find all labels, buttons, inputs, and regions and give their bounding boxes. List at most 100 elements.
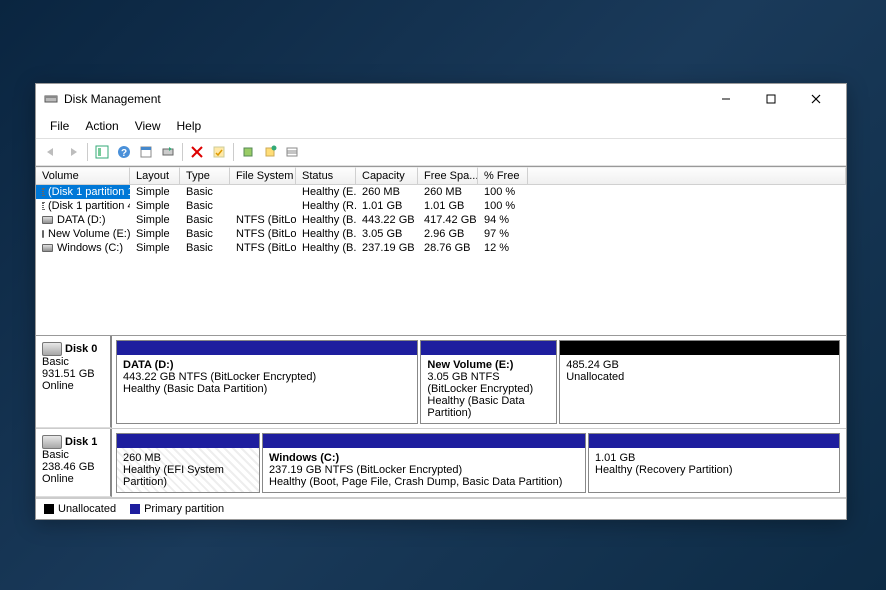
- volume-row[interactable]: Windows (C:)SimpleBasicNTFS (BitLo...Hea…: [36, 241, 846, 255]
- volume-layout: Simple: [130, 241, 180, 255]
- partition-line2: 237.19 GB NTFS (BitLocker Encrypted): [269, 464, 579, 476]
- volume-free: 260 MB: [418, 185, 478, 199]
- partition[interactable]: 485.24 GBUnallocated: [559, 340, 840, 424]
- volume-pfree: 100 %: [478, 185, 528, 199]
- disk-type: Basic: [42, 449, 104, 461]
- volume-list: Volume Layout Type File System Status Ca…: [36, 166, 846, 335]
- column-percent-free[interactable]: % Free: [478, 167, 528, 185]
- menu-file[interactable]: File: [42, 116, 77, 136]
- show-hide-tree-button[interactable]: [91, 141, 113, 163]
- column-layout[interactable]: Layout: [130, 167, 180, 185]
- legend: Unallocated Primary partition: [36, 498, 846, 519]
- disk-name: Disk 1: [65, 436, 97, 448]
- swatch-primary: [130, 504, 140, 514]
- partition-line2: 443.22 GB NTFS (BitLocker Encrypted): [123, 371, 411, 383]
- menu-help[interactable]: Help: [169, 116, 210, 136]
- volume-type: Basic: [180, 241, 230, 255]
- volume-row[interactable]: (Disk 1 partition 1)SimpleBasicHealthy (…: [36, 185, 846, 199]
- svg-text:?: ?: [121, 148, 127, 159]
- disk-partitions: 260 MBHealthy (EFI System Partition)Wind…: [112, 429, 846, 497]
- column-free[interactable]: Free Spa...: [418, 167, 478, 185]
- toolbar-divider: [233, 143, 234, 161]
- disk-info[interactable]: Disk 0Basic931.51 GBOnline: [36, 336, 112, 428]
- partition-line2: 3.05 GB NTFS (BitLocker Encrypted): [427, 371, 550, 395]
- volume-layout: Simple: [130, 227, 180, 241]
- toolbar-divider: [87, 143, 88, 161]
- partition-line2: 1.01 GB: [595, 452, 833, 464]
- refresh-button[interactable]: [157, 141, 179, 163]
- disk-size: 238.46 GB: [42, 461, 104, 473]
- titlebar[interactable]: Disk Management: [36, 84, 846, 114]
- volume-free: 2.96 GB: [418, 227, 478, 241]
- maximize-button[interactable]: [748, 85, 793, 113]
- window-title: Disk Management: [64, 92, 703, 106]
- column-filesystem[interactable]: File System: [230, 167, 296, 185]
- disk-icon: [42, 342, 62, 356]
- settings-button[interactable]: [135, 141, 157, 163]
- partition-line3: Healthy (Basic Data Partition): [123, 383, 411, 395]
- disk-status: Online: [42, 473, 104, 485]
- partition-bar: [421, 341, 556, 355]
- volume-capacity: 3.05 GB: [356, 227, 418, 241]
- toolbar: ?: [36, 138, 846, 166]
- action1-button[interactable]: [237, 141, 259, 163]
- volume-icon: [42, 188, 44, 196]
- delete-button[interactable]: [186, 141, 208, 163]
- legend-primary: Primary partition: [130, 503, 224, 515]
- properties-button[interactable]: [208, 141, 230, 163]
- disk-management-window: Disk Management File Action View Help ? …: [35, 83, 847, 520]
- forward-button[interactable]: [62, 141, 84, 163]
- volume-name: (Disk 1 partition 4): [48, 200, 130, 212]
- volume-icon: [42, 230, 44, 238]
- partition-line2: 260 MB: [123, 452, 253, 464]
- partition-line3: Healthy (Basic Data Partition): [427, 395, 550, 419]
- partition-line3: Unallocated: [566, 371, 833, 383]
- minimize-button[interactable]: [703, 85, 748, 113]
- volume-name: (Disk 1 partition 1): [48, 186, 130, 198]
- disk-info[interactable]: Disk 1Basic238.46 GBOnline: [36, 429, 112, 497]
- volume-status: Healthy (B...: [296, 241, 356, 255]
- volume-name: Windows (C:): [57, 242, 123, 254]
- volume-fs: [230, 199, 296, 213]
- help-button[interactable]: ?: [113, 141, 135, 163]
- app-icon: [44, 92, 58, 106]
- partition-line3: Healthy (Boot, Page File, Crash Dump, Ba…: [269, 476, 579, 488]
- view-list-button[interactable]: [281, 141, 303, 163]
- column-spacer: [528, 167, 846, 185]
- partition-bar: [560, 341, 839, 355]
- close-button[interactable]: [793, 85, 838, 113]
- volume-capacity: 443.22 GB: [356, 213, 418, 227]
- swatch-unallocated: [44, 504, 54, 514]
- partition[interactable]: DATA (D:)443.22 GB NTFS (BitLocker Encry…: [116, 340, 418, 424]
- toolbar-divider: [182, 143, 183, 161]
- back-button[interactable]: [40, 141, 62, 163]
- volume-pfree: 94 %: [478, 213, 528, 227]
- volume-icon: [42, 244, 53, 252]
- volume-row[interactable]: DATA (D:)SimpleBasicNTFS (BitLo...Health…: [36, 213, 846, 227]
- disk-icon: [42, 435, 62, 449]
- column-status[interactable]: Status: [296, 167, 356, 185]
- partition[interactable]: 1.01 GBHealthy (Recovery Partition): [588, 433, 840, 493]
- volume-layout: Simple: [130, 185, 180, 199]
- partition[interactable]: 260 MBHealthy (EFI System Partition): [116, 433, 260, 493]
- column-capacity[interactable]: Capacity: [356, 167, 418, 185]
- column-type[interactable]: Type: [180, 167, 230, 185]
- volume-icon: [42, 216, 53, 224]
- volume-status: Healthy (E...: [296, 185, 356, 199]
- menu-view[interactable]: View: [127, 116, 169, 136]
- column-volume[interactable]: Volume: [36, 167, 130, 185]
- volume-pfree: 12 %: [478, 241, 528, 255]
- partition-bar: [263, 434, 585, 448]
- disk-type: Basic: [42, 356, 104, 368]
- menu-action[interactable]: Action: [77, 116, 126, 136]
- volume-free: 417.42 GB: [418, 213, 478, 227]
- partition-line2: 485.24 GB: [566, 359, 833, 371]
- partition[interactable]: New Volume (E:)3.05 GB NTFS (BitLocker E…: [420, 340, 557, 424]
- volume-row[interactable]: New Volume (E:)SimpleBasicNTFS (BitLo...…: [36, 227, 846, 241]
- action2-button[interactable]: [259, 141, 281, 163]
- volume-list-body[interactable]: (Disk 1 partition 1)SimpleBasicHealthy (…: [36, 185, 846, 335]
- partition-bar: [589, 434, 839, 448]
- volume-row[interactable]: (Disk 1 partition 4)SimpleBasicHealthy (…: [36, 199, 846, 213]
- partition[interactable]: Windows (C:)237.19 GB NTFS (BitLocker En…: [262, 433, 586, 493]
- volume-capacity: 237.19 GB: [356, 241, 418, 255]
